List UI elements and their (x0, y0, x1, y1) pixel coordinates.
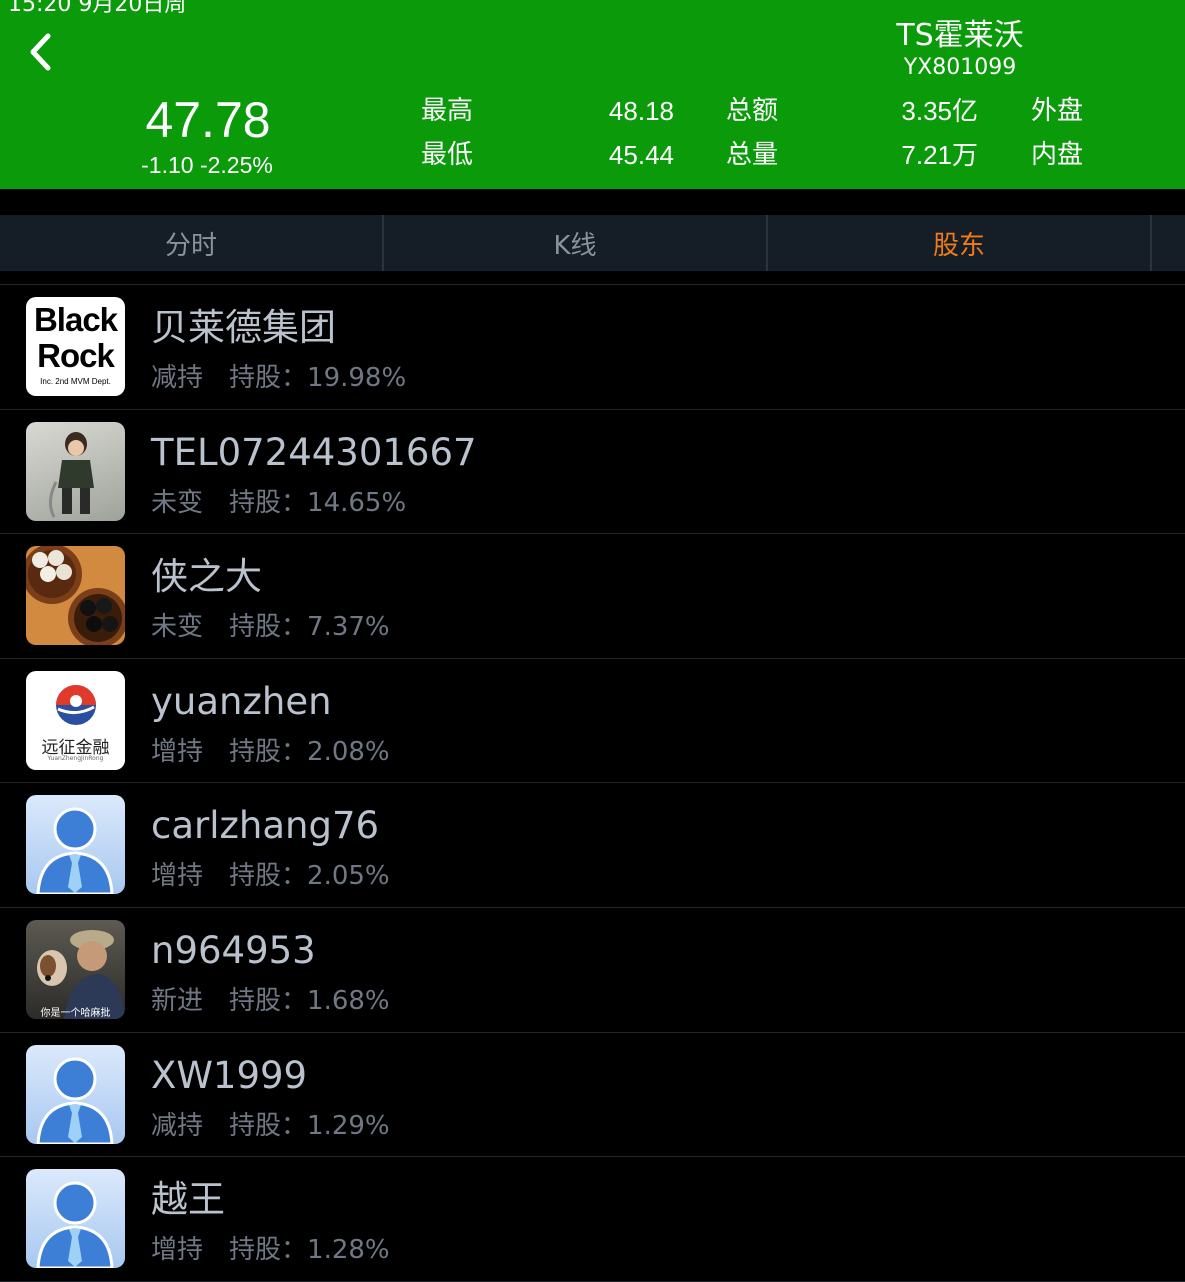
holding-label: 持股： (229, 861, 308, 892)
shareholder-name: carlzhang76 (151, 804, 380, 848)
tab-bar-filler (1152, 215, 1185, 271)
shareholder-row[interactable]: 侠之大 未变 持股：7.37% (0, 534, 1185, 659)
holding-label: 持股： (229, 985, 308, 1016)
current-price: 47.78 (145, 92, 271, 148)
shareholder-meta: 减持 持股：19.98% (151, 361, 432, 395)
inner-volume-label: 内盘 (1031, 140, 1084, 170)
holding-change: 新进 (151, 985, 204, 1016)
holding-label: 持股： (229, 1235, 308, 1266)
shareholder-meta: 增持 持股：2.05% (151, 859, 416, 893)
shareholder-meta: 增持 持股：1.28% (151, 1233, 416, 1267)
holding-change: 增持 (151, 736, 204, 767)
shareholder-meta: 未变 持股：7.37% (151, 610, 416, 644)
holding-label: 持股： (229, 612, 308, 643)
shareholder-name: TEL07244301667 (151, 430, 477, 474)
user-silhouette-icon (36, 1057, 114, 1144)
tab-intraday[interactable]: 分时 (0, 215, 384, 271)
user-silhouette-icon (36, 807, 114, 895)
stock-code: YX801099 (903, 55, 1017, 80)
holding-label: 持股： (229, 1110, 308, 1141)
logo-text-dept: Inc. 2nd MVM Dept. (40, 377, 111, 386)
holding-percent: 7.37% (307, 612, 390, 643)
shareholder-meta: 减持 持股：1.29% (151, 1109, 416, 1143)
default-user-avatar (26, 1044, 125, 1144)
stock-header: 15:20 9月20日周 TS霍莱沃 YX801099 47.78 -1.10 … (0, 0, 1185, 189)
holding-change: 增持 (151, 861, 204, 892)
outer-volume-label: 外盘 (1031, 96, 1084, 126)
go-stones-icon (26, 546, 125, 646)
high-value: 48.18 (608, 96, 674, 126)
user-silhouette-icon (36, 1181, 114, 1269)
warrior-character-avatar (26, 421, 125, 521)
low-value: 45.44 (608, 140, 674, 170)
holding-percent: 14.65% (307, 487, 407, 518)
volume-value: 7.21万 (901, 140, 978, 170)
shareholder-name: n964953 (151, 928, 316, 972)
logo-text-pinyin: YuanZhengJinRong (47, 754, 104, 762)
shareholder-row[interactable]: 越王 增持 持股：1.28% (0, 1157, 1185, 1282)
shareholder-row[interactable]: carlzhang76 增持 持股：2.05% (0, 783, 1185, 908)
status-bar-time: 15:20 9月20日周 (8, 0, 187, 17)
amount-label: 总额 (726, 96, 779, 126)
blackrock-logo: Black Rock Inc. 2nd MVM Dept. (26, 297, 125, 396)
holding-percent: 2.08% (307, 736, 390, 767)
price-change: -1.10 -2.25% (141, 152, 273, 178)
holding-percent: 1.68% (307, 985, 390, 1016)
shareholder-meta: 增持 持股：2.08% (151, 735, 416, 769)
shareholder-meta: 新进 持股：1.68% (151, 984, 416, 1018)
shareholder-row[interactable]: 远征金融 YuanZhengJinRong yuanzhen 增持 持股：2.08… (0, 659, 1185, 784)
meme-caption: 你是一个哈麻批 (40, 1007, 111, 1019)
logo-text-rock: Rock (37, 337, 115, 374)
tab-bar: 分时 K线 股东 (0, 215, 1185, 271)
shareholder-name: 侠之大 (151, 555, 262, 599)
holding-percent: 2.05% (307, 861, 390, 892)
holding-change: 未变 (151, 612, 204, 643)
shareholder-row[interactable]: XW1999 减持 持股：1.29% (0, 1033, 1185, 1158)
yuanzheng-logo: 远征金融 YuanZhengJinRong (26, 670, 125, 770)
holding-percent: 19.98% (307, 363, 407, 393)
low-label: 最低 (421, 140, 474, 170)
man-with-dog-avatar: 你是一个哈麻批 (26, 919, 125, 1019)
logo-text-black: Black (33, 301, 118, 338)
shareholder-row[interactable]: TEL07244301667 未变 持股：14.65% (0, 410, 1185, 535)
amount-value: 3.35亿 (901, 96, 978, 126)
shareholder-row[interactable]: 你是一个哈麻批 n964953 新进 持股：1.68% (0, 908, 1185, 1033)
default-user-avatar (26, 1169, 125, 1269)
default-user-avatar (26, 795, 125, 895)
volume-label: 总量 (726, 140, 779, 170)
high-label: 最高 (421, 96, 474, 126)
shareholder-name: yuanzhen (151, 679, 332, 723)
back-button[interactable] (20, 30, 60, 74)
holding-label: 持股： (229, 736, 308, 767)
holding-percent: 1.29% (307, 1110, 390, 1141)
warrior-figure-icon (49, 431, 94, 518)
shareholder-name: XW1999 (151, 1053, 308, 1097)
shareholder-list: Black Rock Inc. 2nd MVM Dept. 贝莱德集团 减持 持股… (0, 284, 1185, 1282)
go-stones-avatar (26, 546, 125, 646)
shareholder-row[interactable]: Black Rock Inc. 2nd MVM Dept. 贝莱德集团 减持 持股… (0, 285, 1185, 410)
holding-percent: 1.28% (307, 1235, 390, 1266)
holding-change: 减持 (151, 1110, 204, 1141)
tab-kline[interactable]: K线 (384, 215, 768, 271)
holding-label: 持股： (229, 363, 308, 393)
stock-name: TS霍莱沃 (896, 18, 1024, 53)
holding-change: 增持 (151, 1235, 204, 1266)
tab-shareholders[interactable]: 股东 (768, 215, 1152, 271)
shareholder-meta: 未变 持股：14.65% (151, 486, 432, 520)
shareholder-name: 贝莱德集团 (151, 306, 336, 349)
holding-change: 未变 (151, 487, 204, 518)
holding-label: 持股： (229, 487, 308, 518)
chevron-left-icon (30, 33, 51, 71)
holding-change: 减持 (151, 363, 204, 393)
shareholder-name: 越王 (151, 1178, 225, 1222)
